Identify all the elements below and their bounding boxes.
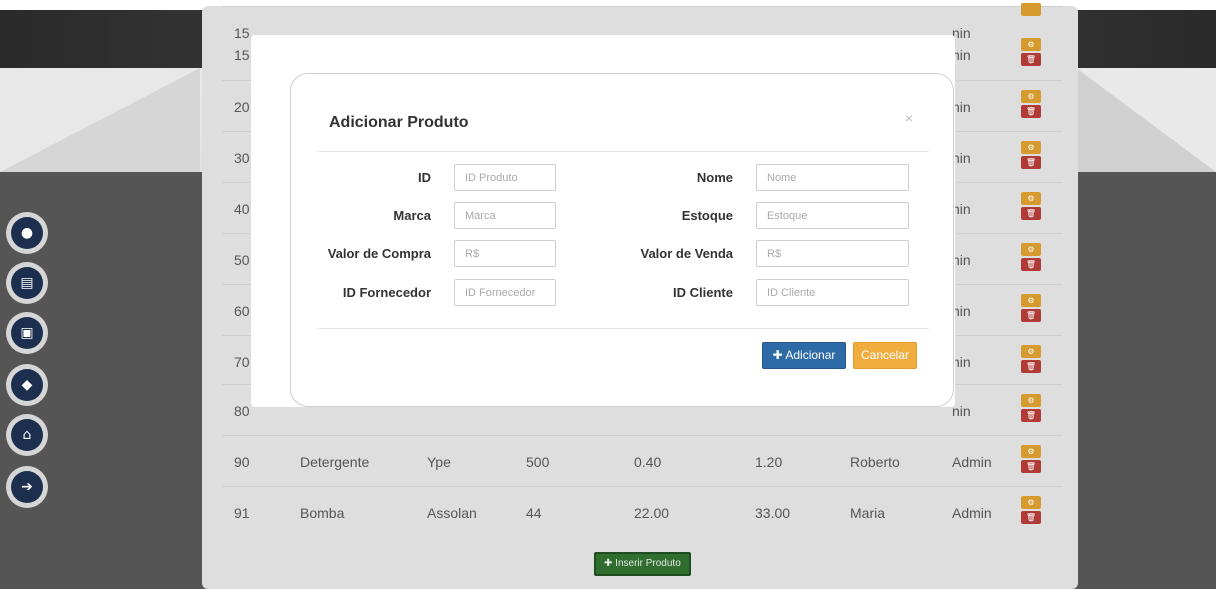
add-product-dialog: Adicionar Produto × ID Nome Marca Estoqu… [290,73,954,407]
logout-icon: ➔ [11,471,43,503]
cell-id: 50 [234,252,250,268]
cell-buy-price: 22.00 [634,505,670,521]
marca-input[interactable] [454,202,556,229]
edit-button[interactable]: ⚙ [1021,38,1041,51]
cell-id: 70 [234,354,250,370]
id-cliente-input[interactable] [756,279,909,306]
document-icon: ▤ [11,267,43,299]
archive-icon: ▣ [11,317,43,349]
unlock-icon: ⌂ [11,419,43,451]
nome-input[interactable] [756,164,909,191]
estoque-label: Estoque [681,208,733,223]
cell-id: 91 [234,505,250,521]
divider [317,151,929,152]
valor-compra-input[interactable] [454,240,556,267]
cell-stock: 500 [526,454,550,470]
cell-id: 90 [234,454,250,470]
edit-button[interactable]: ⚙ [1021,90,1041,103]
plus-icon: ✚ [604,558,616,569]
cell-sell-price: 1.20 [755,454,783,470]
cell-brand: Ype [427,454,451,470]
edit-button[interactable]: ⚙ [1021,141,1041,154]
cell-client: Roberto [850,454,900,470]
delete-button[interactable]: 🗑 [1021,156,1041,169]
truck-icon: ◆ [11,369,43,401]
edit-button[interactable]: ⚙ [1021,496,1041,509]
edit-button[interactable]: ⚙ [1021,243,1041,256]
cell-id: 20 [234,99,250,115]
delete-button[interactable]: 🗑 [1021,511,1041,524]
nav-logout-button[interactable]: ➔ [6,466,48,508]
cell-brand: Assolan [427,505,477,521]
table-row: 90 Detergente Ype 500 0.40 1.20 Roberto … [222,435,1062,486]
background-facet-right [1076,68,1216,172]
nav-unlock-button[interactable]: ⌂ [6,414,48,456]
cell-client: Maria [850,505,886,521]
valor-venda-label: Valor de Venda [640,246,734,261]
background-facet-left [0,68,200,172]
delete-button[interactable]: 🗑 [1021,105,1041,118]
edit-button[interactable]: ⚙ [1021,394,1041,407]
cell-sell-price: 33.00 [755,505,791,521]
add-button[interactable]: ✚ Adicionar [762,342,846,369]
cell-name: Detergente [300,454,370,470]
edit-button[interactable]: ⚙ [1021,445,1041,458]
cell-id: 15 [234,47,250,63]
close-icon[interactable]: × [905,110,913,126]
nav-document-button[interactable]: ▤ [6,262,48,304]
delete-button[interactable]: 🗑 [1021,309,1041,322]
cancel-button[interactable]: Cancelar [853,342,917,369]
cell-user: Admin [952,454,992,470]
delete-button[interactable]: 🗑 [1021,258,1041,271]
marca-label: Marca [393,208,431,223]
plus-icon: ✚ [772,348,786,362]
estoque-input[interactable] [756,202,909,229]
cell-id: 60 [234,303,250,319]
cell-user: Admin [952,505,992,521]
delete-button[interactable]: 🗑 [1021,207,1041,220]
id-fornecedor-input[interactable] [454,279,556,306]
cell-id: 30 [234,150,250,166]
id-label: ID [418,170,431,185]
table-row: 91 Bomba Assolan 44 22.00 33.00 Maria Ad… [222,486,1062,537]
edit-button[interactable]: ⚙ [1021,294,1041,307]
edit-button[interactable]: ⚙ [1021,345,1041,358]
nome-label: Nome [696,170,733,185]
id-fornecedor-label: ID Fornecedor [342,285,431,300]
insert-product-label: Inserir Produto [615,558,681,569]
dialog-title: Adicionar Produto [329,114,469,131]
valor-compra-label: Valor de Compra [327,246,431,261]
insert-product-button[interactable]: ✚ Inserir Produto [594,552,691,576]
cell-name: Bomba [300,505,345,521]
id-input[interactable] [454,164,556,191]
cell-buy-price: 0.40 [634,454,662,470]
add-button-label: Adicionar [785,348,836,362]
delete-button[interactable]: 🗑 [1021,460,1041,473]
nav-archive-button[interactable]: ▣ [6,312,48,354]
nav-truck-button[interactable]: ◆ [6,364,48,406]
cell-id: 80 [234,403,250,419]
nav-user-button[interactable]: ● [6,212,48,254]
delete-button[interactable]: 🗑 [1021,360,1041,373]
divider [317,328,929,329]
user-icon: ● [11,217,43,249]
cell-user: nin [952,403,971,419]
valor-venda-input[interactable] [756,240,909,267]
edit-button[interactable] [1021,3,1041,16]
cell-stock: 44 [526,505,542,521]
delete-button[interactable]: 🗑 [1021,53,1041,66]
edit-button[interactable]: ⚙ [1021,192,1041,205]
id-cliente-label: ID Cliente [673,285,733,300]
cell-id: 40 [234,201,250,217]
delete-button[interactable]: 🗑 [1021,409,1041,422]
